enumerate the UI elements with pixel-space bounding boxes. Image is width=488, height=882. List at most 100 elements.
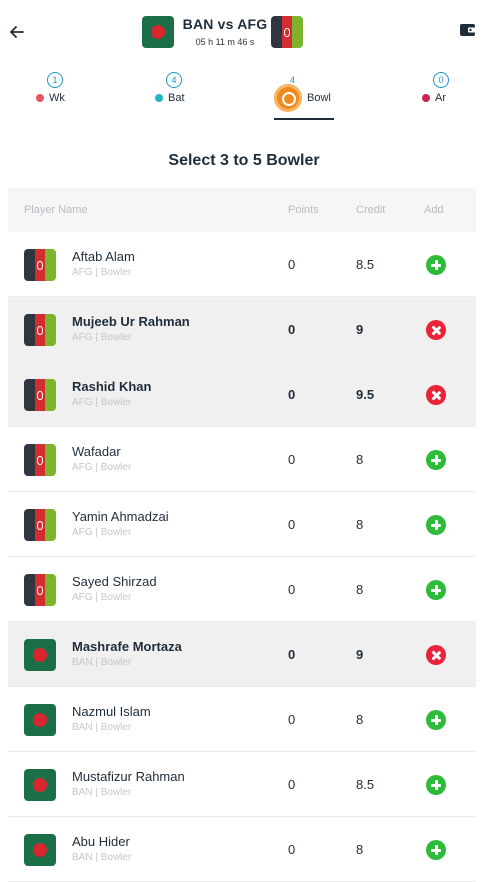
player-points: 0 [288,257,296,272]
credit-header: Credit [356,204,386,216]
player-team-role: BAN | Bowler [72,657,132,668]
player-name: Nazmul Islam [72,704,151,719]
add-header: Add [424,204,444,216]
player-row[interactable]: Mustafizur Rahman BAN | Bowler 0 8.5 [8,752,476,817]
player-row[interactable]: Wafadar AFG | Bowler 0 8 [8,427,476,492]
player-name: Abu Hider [72,834,130,849]
player-team-role: AFG | Bowler [72,332,132,343]
afg-flag [24,379,56,411]
player-credit: 9 [356,647,364,662]
add-player-button[interactable] [426,840,446,860]
match-header: BAN vs AFG 05 h 11 m 46 s [0,0,488,66]
match-title: BAN vs AFG [182,16,268,32]
tab-bat[interactable]: 4 Bat [154,66,194,122]
player-row[interactable]: Sayed Shirzad AFG | Bowler 0 8 [8,557,476,622]
wallet-button[interactable] [459,22,479,42]
player-points: 0 [288,387,296,402]
player-name: Aftab Alam [72,249,135,264]
ban-flag [142,16,174,48]
points-header: Points [288,204,319,216]
player-credit: 8 [356,582,364,597]
ban-flag [24,834,56,866]
wallet-icon [460,24,476,36]
tab-bowl[interactable]: 4 Bowl [274,66,338,122]
player-row[interactable]: Nazmul Islam BAN | Bowler 0 8 [8,687,476,752]
player-points: 0 [288,322,296,337]
player-row[interactable]: Mujeeb Ur Rahman AFG | Bowler 0 9 [8,297,476,362]
ban-flag [24,704,56,736]
role-tabs: 1 Wk 4 Bat 4 Bowl 0 Ar [0,66,488,124]
afg-flag [271,16,303,48]
table-header: Player Name Points Credit Add [8,188,476,232]
player-row[interactable]: Aftab Alam AFG | Bowler 0 8.5 [8,232,476,297]
add-player-button[interactable] [426,710,446,730]
cricket-ball-icon [274,84,302,112]
add-player-button[interactable] [426,580,446,600]
player-credit: 8 [356,517,364,532]
arrow-left-icon [10,26,24,38]
add-player-button[interactable] [426,515,446,535]
tab-wk[interactable]: 1 Wk [34,66,74,122]
player-points: 0 [288,777,296,792]
player-team-role: BAN | Bowler [72,852,132,863]
remove-player-button[interactable] [426,385,446,405]
afg-flag [24,444,56,476]
remove-player-button[interactable] [426,320,446,340]
afg-flag [24,509,56,541]
player-credit: 8.5 [356,777,375,792]
back-button[interactable] [8,22,26,42]
ban-flag [24,769,56,801]
player-name: Mujeeb Ur Rahman [72,314,190,329]
selection-heading: Select 3 to 5 Bowler [168,152,320,169]
player-row[interactable]: Abu Hider BAN | Bowler 0 8 [8,817,476,882]
add-player-button[interactable] [426,255,446,275]
remove-player-button[interactable] [426,645,446,665]
player-points: 0 [288,452,296,467]
player-points: 0 [288,582,296,597]
player-name: Yamin Ahmadzai [72,509,169,524]
add-player-button[interactable] [426,775,446,795]
wk-dot-icon [36,94,44,102]
player-team-role: AFG | Bowler [72,527,132,538]
player-row[interactable]: Yamin Ahmadzai AFG | Bowler 0 8 [8,492,476,557]
player-credit: 8 [356,842,364,857]
player-list: Aftab Alam AFG | Bowler 0 8.5 Mujeeb Ur Rahm… [8,232,476,882]
player-name-header: Player Name [24,204,88,216]
tab-label: Bowl [307,92,331,104]
countdown-timer: 05 h 11 m 46 s [195,37,255,47]
player-credit: 8 [356,712,364,727]
tab-ar[interactable]: 0 Ar [422,66,462,122]
player-team-role: AFG | Bowler [72,592,132,603]
afg-flag [24,249,56,281]
player-name: Mustafizur Rahman [72,769,185,784]
player-points: 0 [288,517,296,532]
afg-flag [24,314,56,346]
tab-count: 4 [166,72,182,88]
player-points: 0 [288,712,296,727]
player-team-role: AFG | Bowler [72,462,132,473]
player-row[interactable]: Mashrafe Mortaza BAN | Bowler 0 9 [8,622,476,687]
bat-dot-icon [155,94,163,102]
tab-count: 0 [433,72,449,88]
tab-label: Wk [49,92,65,104]
afg-flag [24,574,56,606]
player-credit: 8.5 [356,257,375,272]
add-player-button[interactable] [426,450,446,470]
ar-dot-icon [422,94,430,102]
tab-label: Ar [435,92,446,104]
player-credit: 9 [356,322,364,337]
player-team-role: AFG | Bowler [72,267,132,278]
player-team-role: AFG | Bowler [72,397,132,408]
player-row[interactable]: Rashid Khan AFG | Bowler 0 9.5 [8,362,476,427]
player-points: 0 [288,647,296,662]
player-team-role: BAN | Bowler [72,722,132,733]
player-points: 0 [288,842,296,857]
tab-label: Bat [168,92,185,104]
player-credit: 8 [356,452,364,467]
player-name: Wafadar [72,444,121,459]
player-name: Sayed Shirzad [72,574,157,589]
tab-count: 1 [47,72,63,88]
player-team-role: BAN | Bowler [72,787,132,798]
player-name: Rashid Khan [72,379,152,394]
player-credit: 9.5 [356,387,375,402]
